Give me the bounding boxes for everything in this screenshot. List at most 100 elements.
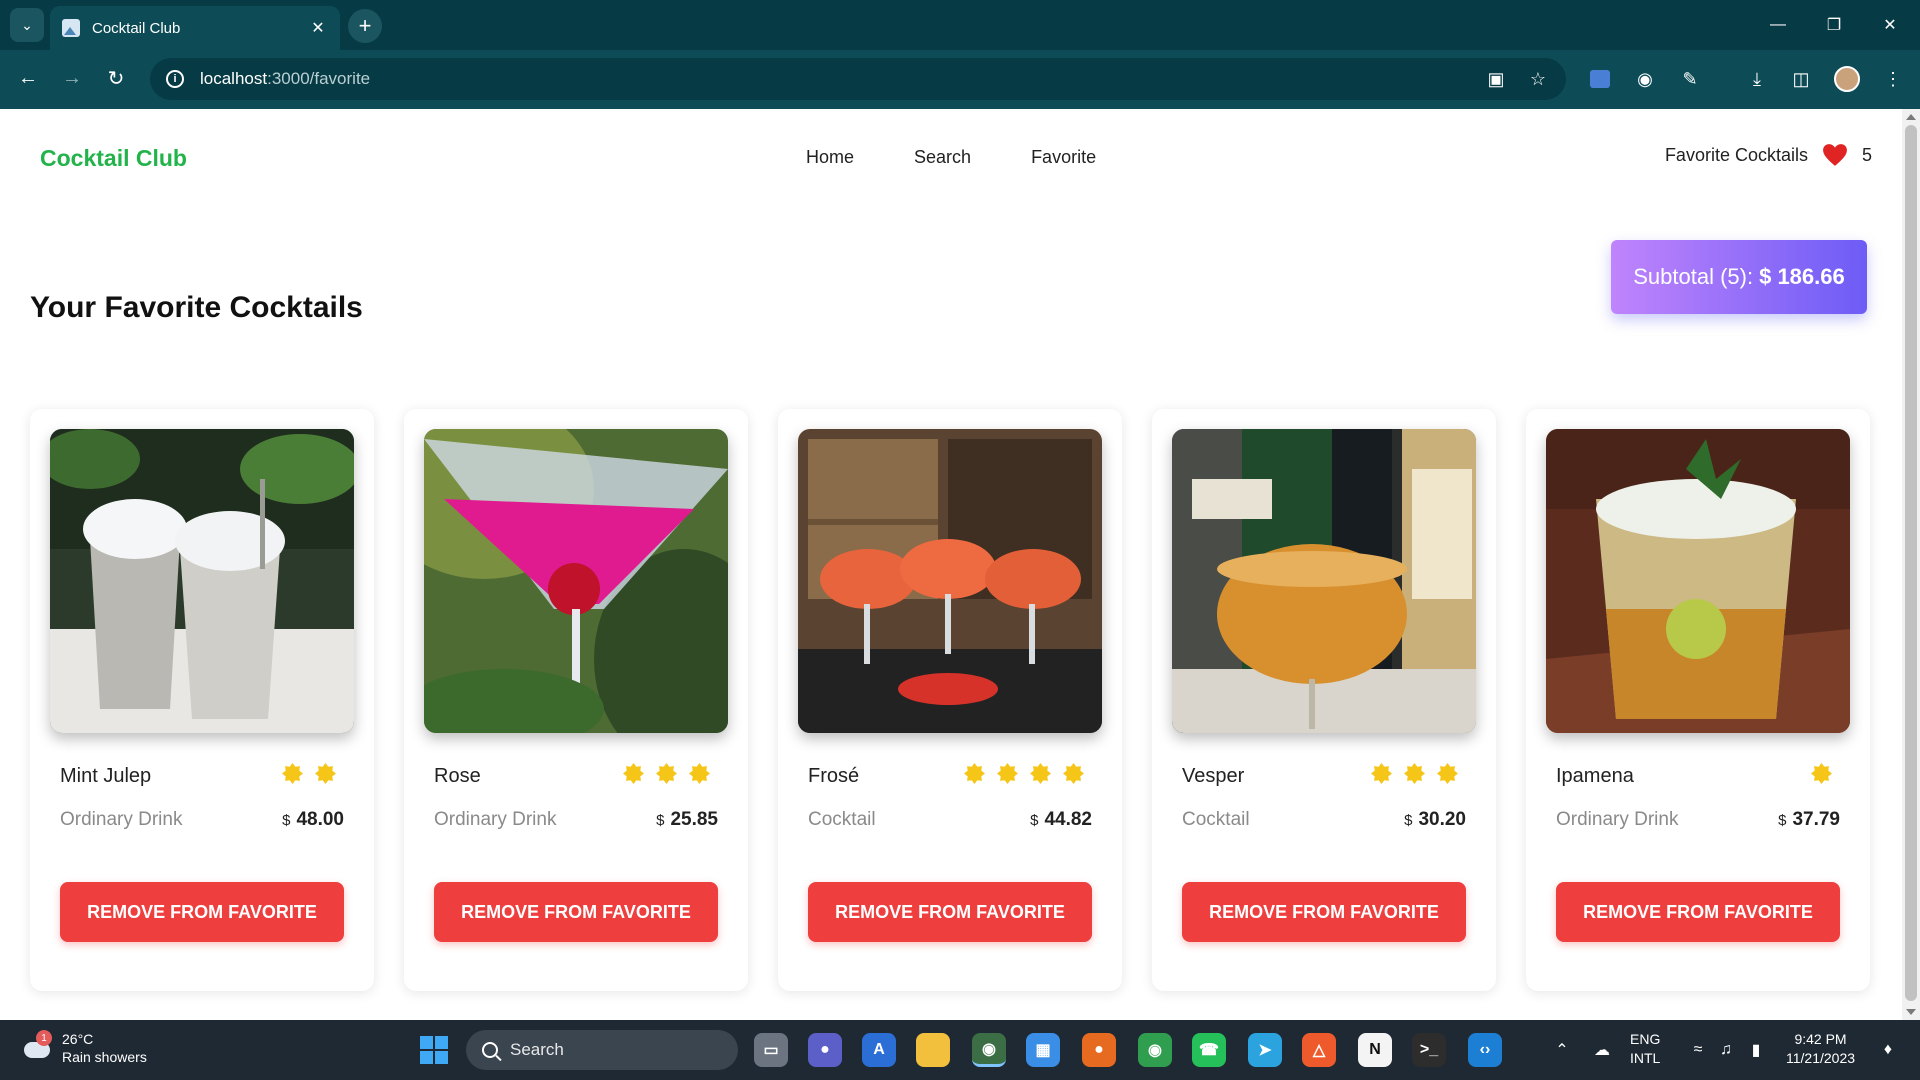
remove-from-favorite-button[interactable]: REMOVE FROM FAVORITE [60, 882, 344, 942]
battery-icon[interactable]: ▮ [1744, 1038, 1768, 1062]
page-scrollbar[interactable] [1902, 109, 1920, 1020]
language-bottom: INTL [1630, 1050, 1661, 1066]
remove-from-favorite-button[interactable]: REMOVE FROM FAVORITE [434, 882, 718, 942]
currency-symbol: $ [282, 812, 291, 829]
remove-from-favorite-button[interactable]: REMOVE FROM FAVORITE [808, 882, 1092, 942]
brave-icon[interactable]: △ [1302, 1033, 1336, 1067]
wifi-icon[interactable]: ≈ [1686, 1038, 1710, 1062]
cocktail-price: $30.20 [1404, 809, 1466, 831]
new-tab-button[interactable]: + [348, 9, 382, 43]
scroll-up-icon[interactable] [1906, 114, 1916, 120]
telegram-icon[interactable]: ➤ [1248, 1033, 1282, 1067]
windows-taskbar: 1 26°C Rain showers Search ▭ ● A ◉ ▦ ● ◉… [0, 1020, 1920, 1080]
page-content: Cocktail Club Home Search Favorite Favor… [0, 109, 1902, 1020]
brand-logo[interactable]: Cocktail Club [40, 145, 187, 172]
cocktail-category: Ordinary Drink [1556, 809, 1679, 830]
restore-button[interactable]: ❐ [1806, 0, 1862, 50]
profile-avatar[interactable] [1830, 62, 1864, 96]
chrome-icon[interactable]: ◉ [972, 1033, 1006, 1067]
forward-button[interactable]: → [54, 60, 90, 96]
subtotal-label: Subtotal (5): [1633, 264, 1754, 289]
cocktail-image [1546, 429, 1850, 733]
minimize-button[interactable]: — [1750, 0, 1806, 50]
site-info-icon[interactable]: i [166, 70, 184, 88]
scroll-down-icon[interactable] [1906, 1009, 1916, 1015]
main-nav: Home Search Favorite [806, 147, 1096, 168]
reload-button[interactable]: ↻ [98, 60, 134, 96]
close-tab-icon[interactable]: ✕ [308, 18, 328, 38]
install-app-icon[interactable]: ▣ [1478, 58, 1514, 100]
cocktail-name: Vesper [1182, 765, 1245, 787]
bookmark-star-icon[interactable]: ☆ [1520, 58, 1556, 100]
remove-from-favorite-button[interactable]: REMOVE FROM FAVORITE [1556, 882, 1840, 942]
cocktail-category: Cocktail [808, 809, 876, 830]
rating-star-icon [689, 763, 710, 784]
weather-badge: 1 [36, 1030, 52, 1046]
back-button[interactable]: ← [10, 60, 46, 96]
nav-favorite-link[interactable]: Favorite [1031, 147, 1096, 168]
close-window-button[interactable]: ✕ [1862, 0, 1918, 50]
terminal-icon[interactable]: >_ [1412, 1033, 1446, 1067]
app-store-icon[interactable]: A [862, 1033, 896, 1067]
rating-star-icon [1371, 763, 1392, 784]
chrome-secondary-icon[interactable]: ◉ [1138, 1033, 1172, 1067]
onedrive-icon[interactable]: ☁ [1590, 1038, 1614, 1062]
cocktail-image [50, 429, 354, 733]
clock-date: 11/21/2023 [1786, 1050, 1856, 1066]
rating-star-icon [623, 763, 644, 784]
task-view-icon[interactable]: ▭ [754, 1033, 788, 1067]
rating-star-icon [315, 763, 336, 784]
favorites-count: 5 [1861, 144, 1872, 165]
cocktail-price: $25.85 [656, 809, 718, 831]
notification-bell-icon[interactable]: ♦ [1876, 1038, 1900, 1062]
file-explorer-icon[interactable] [916, 1033, 950, 1067]
tab-search-button[interactable]: ⌄ [10, 8, 44, 42]
extensions-icon[interactable]: ✎ [1673, 62, 1707, 96]
rating-stars [1371, 763, 1458, 784]
cocktail-price: $44.82 [1030, 809, 1092, 831]
notion-icon[interactable]: N [1358, 1033, 1392, 1067]
windows-start-icon[interactable] [420, 1036, 448, 1064]
clock[interactable]: 9:42 PM 11/21/2023 [1786, 1030, 1855, 1068]
rating-stars [282, 763, 336, 784]
whatsapp-icon[interactable]: ☎ [1192, 1033, 1226, 1067]
browser-menu-icon[interactable]: ⋮ [1876, 62, 1910, 96]
price-amount: 30.20 [1418, 809, 1466, 830]
currency-symbol: $ [1778, 812, 1787, 829]
download-icon[interactable]: ⤓ [1740, 62, 1774, 96]
chevron-up-icon[interactable]: ⌃ [1550, 1038, 1574, 1062]
vscode-icon[interactable]: ‹› [1468, 1033, 1502, 1067]
url-path: :3000/favorite [267, 69, 371, 88]
language-indicator[interactable]: ENG INTL [1630, 1030, 1660, 1068]
side-panel-icon[interactable]: ◫ [1784, 62, 1818, 96]
camera-extension-icon[interactable]: ◉ [1628, 62, 1662, 96]
weather-widget[interactable]: 1 26°C Rain showers [20, 1030, 147, 1066]
scrollbar-thumb[interactable] [1905, 125, 1917, 1001]
microsoft-store-icon[interactable]: ▦ [1026, 1033, 1060, 1067]
favorites-counter[interactable]: Favorite Cocktails 5 [1665, 143, 1872, 167]
nav-search-link[interactable]: Search [914, 147, 971, 168]
url-host: localhost [200, 69, 268, 88]
search-icon [482, 1042, 498, 1058]
firefox-icon[interactable]: ● [1082, 1033, 1116, 1067]
browser-chrome: ⌄ Cocktail Club ✕ + — ❐ ✕ ← → ↻ i localh… [0, 0, 1920, 109]
address-bar[interactable]: i localhost:3000/favorite ▣ ☆ [150, 58, 1566, 100]
rating-star-icon [1063, 763, 1084, 784]
browser-toolbar: ← → ↻ i localhost:3000/favorite ▣ ☆ ◉ ✎ … [0, 50, 1920, 109]
rating-stars [623, 763, 710, 784]
taskbar-search-label: Search [510, 1040, 564, 1059]
cocktail-category: Ordinary Drink [434, 809, 557, 830]
remove-from-favorite-button[interactable]: REMOVE FROM FAVORITE [1182, 882, 1466, 942]
teams-icon[interactable]: ● [808, 1033, 842, 1067]
taskbar-search[interactable]: Search [466, 1030, 738, 1070]
nav-home-link[interactable]: Home [806, 147, 854, 168]
price-amount: 37.79 [1792, 809, 1840, 830]
translate-icon[interactable] [1583, 62, 1617, 96]
browser-tab-active[interactable]: Cocktail Club ✕ [50, 6, 340, 50]
rating-star-icon [1811, 763, 1832, 784]
cocktail-card: Frosé Cocktail $44.82 REMOVE FROM FAVORI… [778, 409, 1122, 991]
cocktail-card: Vesper Cocktail $30.20 REMOVE FROM FAVOR… [1152, 409, 1496, 991]
tab-title: Cocktail Club [92, 19, 181, 37]
volume-icon[interactable]: ♫ [1714, 1038, 1738, 1062]
rating-star-icon [656, 763, 677, 784]
